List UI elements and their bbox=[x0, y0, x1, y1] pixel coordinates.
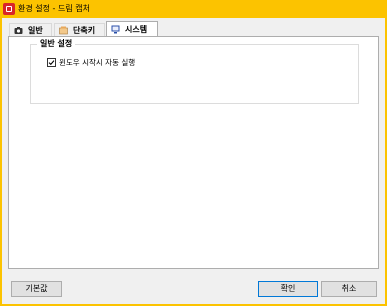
tab-system-label: 시스템 bbox=[125, 25, 148, 34]
restore-defaults-button[interactable]: 기본값 bbox=[11, 281, 62, 297]
camera-icon bbox=[14, 26, 23, 35]
window-title: 환경 설정 - 드림 캡처 bbox=[18, 4, 90, 13]
autostart-checkbox[interactable] bbox=[47, 58, 56, 67]
group-title: 일반 설정 bbox=[37, 39, 76, 49]
keyboard-shortcut-icon bbox=[59, 26, 68, 35]
button-bar: 기본값 확인 취소 bbox=[2, 269, 385, 304]
tab-shortcuts[interactable]: 단축키 bbox=[54, 23, 105, 36]
tab-system[interactable]: 시스템 bbox=[106, 21, 158, 37]
settings-window: 환경 설정 - 드림 캡처 일반 단축키 시스템 일반 설정 윈도우 시작시 자… bbox=[0, 0, 387, 306]
ok-button[interactable]: 확인 bbox=[258, 281, 318, 297]
system-tab-panel: 일반 설정 윈도우 시작시 자동 실행 bbox=[8, 36, 379, 269]
system-icon bbox=[111, 25, 120, 34]
general-settings-group: 일반 설정 윈도우 시작시 자동 실행 bbox=[30, 39, 359, 104]
title-bar[interactable]: 환경 설정 - 드림 캡처 bbox=[0, 0, 387, 18]
app-icon[interactable] bbox=[3, 3, 15, 15]
cancel-button[interactable]: 취소 bbox=[321, 281, 377, 297]
autostart-label: 윈도우 시작시 자동 실행 bbox=[59, 58, 136, 67]
dialog-body: 일반 단축키 시스템 일반 설정 윈도우 시작시 자동 실행 기본값 확인 취소 bbox=[2, 18, 385, 304]
tab-general[interactable]: 일반 bbox=[9, 23, 52, 36]
